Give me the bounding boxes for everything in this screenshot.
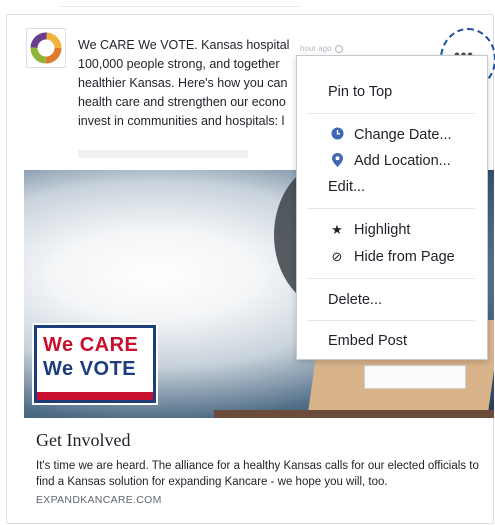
menu-item-highlight[interactable]: ★ Highlight	[297, 216, 487, 244]
top-divider	[60, 0, 300, 7]
we-care-we-vote-logo: We CARE We VOTE	[34, 325, 156, 403]
post-text: We CARE We VOTE. Kansas hospital 100,000…	[78, 36, 303, 136]
post-text-line: invest in communities and hospitals: l	[78, 114, 285, 128]
link-title[interactable]: Get Involved	[36, 430, 130, 451]
link-domain[interactable]: EXPANDKANCARE.COM	[36, 494, 162, 506]
post-options-menu: Pin to Top Change Date... Add Location..…	[296, 55, 488, 360]
hide-icon: ⊘	[331, 249, 343, 264]
location-pin-icon	[328, 152, 346, 170]
star-icon: ★	[331, 222, 343, 237]
menu-item-add-location[interactable]: Add Location...	[297, 147, 487, 175]
faded-text	[78, 150, 248, 158]
post-text-line: health care and strengthen our econo	[78, 95, 286, 109]
menu-separator	[307, 320, 475, 321]
menu-item-label: Change Date...	[354, 127, 452, 143]
logo-line-1: We CARE	[43, 334, 139, 356]
menu-separator	[307, 278, 475, 279]
menu-separator	[307, 208, 475, 209]
ring-logo-icon	[30, 32, 62, 64]
menu-item-label: Pin to Top	[328, 84, 393, 100]
menu-item-pin-to-top[interactable]: Pin to Top	[297, 78, 487, 106]
menu-item-hide-from-page[interactable]: ⊘ Hide from Page	[297, 243, 487, 271]
menu-item-label: Add Location...	[354, 153, 451, 169]
link-description[interactable]: It's time we are heard. The alliance for…	[36, 458, 486, 490]
menu-item-label: Delete...	[328, 292, 382, 308]
post-timestamp[interactable]: hour ago	[300, 44, 343, 53]
menu-item-label: Highlight	[354, 222, 411, 238]
post-text-line: 100,000 people strong, and together	[78, 57, 280, 71]
globe-icon	[334, 44, 343, 53]
post-text-line: healthier Kansas. Here's how you can	[78, 76, 288, 90]
menu-item-change-date[interactable]: Change Date...	[297, 121, 487, 149]
menu-item-label: Edit...	[328, 179, 366, 195]
logo-stripe	[37, 392, 153, 400]
ballot-paper	[364, 365, 466, 389]
logo-line-2: We VOTE	[43, 358, 137, 380]
clock-icon	[328, 127, 346, 143]
table-edge	[214, 410, 494, 418]
menu-item-embed-post[interactable]: Embed Post	[297, 327, 487, 355]
menu-item-label: Embed Post	[328, 333, 407, 349]
menu-separator	[307, 113, 475, 114]
post-text-line: We CARE We VOTE. Kansas hospital	[78, 38, 290, 52]
page-avatar[interactable]	[26, 28, 66, 68]
menu-item-delete[interactable]: Delete...	[297, 286, 487, 314]
menu-item-label: Hide from Page	[354, 249, 455, 265]
timestamp-text: hour ago	[300, 44, 332, 53]
menu-item-edit[interactable]: Edit...	[297, 173, 487, 201]
